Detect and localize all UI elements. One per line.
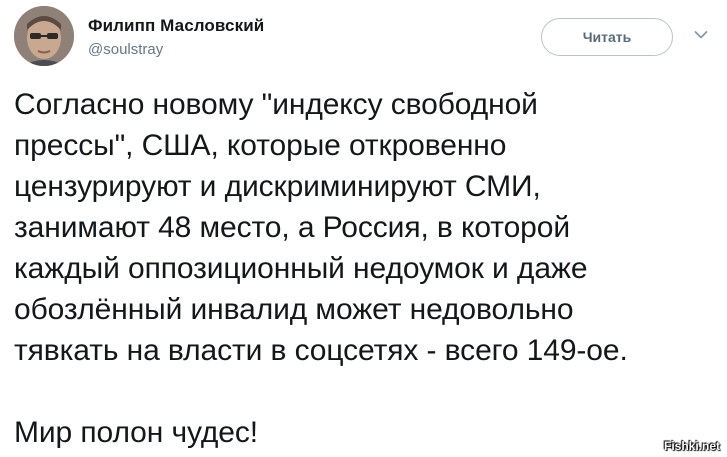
tweet-text-line: цензурируют и дискриминируют СМИ, xyxy=(14,170,541,203)
watermark: Fishki.net xyxy=(664,439,721,453)
author-username[interactable]: @soulstray xyxy=(88,41,163,58)
tweet-closing-line: Мир полон чудес! xyxy=(14,416,259,449)
tweet-text-line: тявкать на власти в соцсетях - всего 149… xyxy=(14,334,628,367)
tweet-header: Филипп Масловский @soulstray Читать xyxy=(14,4,714,68)
follow-button-label: Читать xyxy=(582,29,632,45)
tweet-text: Согласно новому "индексу свободной пресс… xyxy=(14,84,714,453)
user-avatar-icon xyxy=(14,6,74,66)
follow-button[interactable]: Читать xyxy=(541,18,673,56)
avatar[interactable] xyxy=(14,6,74,66)
tweet-text-line: занимают 48 место, а Россия, в которой xyxy=(14,211,571,244)
tweet-text-line: обозлённый инвалид может недовольно xyxy=(14,293,574,326)
chevron-down-icon[interactable] xyxy=(694,30,708,40)
tweet-text-line: Согласно новому "индексу свободной xyxy=(14,88,538,121)
tweet-text-line: прессы", США, которые откровенно xyxy=(14,129,507,162)
author-display-name[interactable]: Филипп Масловский xyxy=(88,16,264,36)
tweet-text-line: каждый оппозиционный недоумок и даже xyxy=(14,252,588,285)
